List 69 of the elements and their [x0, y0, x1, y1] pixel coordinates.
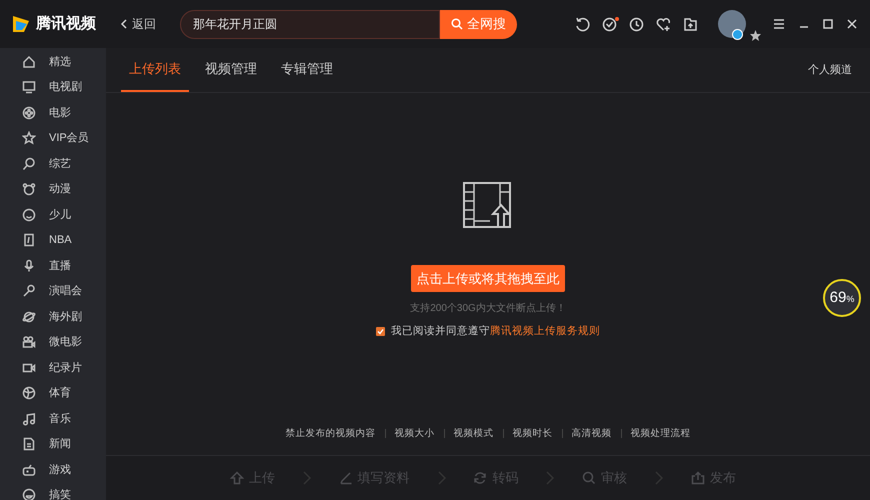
terms-link[interactable]: 腾讯视频上传服务规则 — [490, 325, 600, 337]
search-field[interactable]: 那年花开月正圆 — [180, 10, 440, 38]
bear-face-icon — [22, 182, 36, 196]
sidebar-item[interactable]: 音乐 — [0, 406, 106, 432]
monitor-icon — [22, 80, 36, 94]
planet-icon — [22, 310, 36, 324]
logo-icon — [10, 13, 32, 35]
sidebar-item[interactable]: 电影 — [0, 100, 106, 126]
channel-link[interactable]: 个人频道 — [808, 62, 852, 78]
camera-icon — [22, 335, 36, 350]
film-reel-icon — [22, 106, 36, 120]
logo-text: 腾讯视频 — [36, 14, 96, 34]
back-button[interactable]: 返回 — [120, 15, 156, 33]
sidebar-item[interactable]: 精选 — [0, 49, 106, 74]
avatar[interactable] — [718, 10, 746, 38]
sidebar-item[interactable]: 搞笑 — [0, 482, 106, 500]
refresh-icon — [473, 471, 488, 485]
upload-arrow-icon — [230, 471, 244, 485]
agree-checkbox[interactable] — [376, 327, 385, 336]
folder-upload-icon[interactable] — [683, 16, 698, 32]
agree-text: 我已阅读并同意遵守腾讯视频上传服务规则 — [391, 324, 600, 339]
search-icon — [582, 471, 596, 485]
check-circle-icon[interactable] — [602, 16, 617, 32]
heart-plus-icon[interactable] — [656, 16, 671, 32]
magnifier-icon — [22, 156, 36, 171]
sidebar-item[interactable]: 电视剧 — [0, 74, 106, 100]
sidebar-item[interactable]: 纪录片 — [0, 355, 106, 380]
upload-hint: 支持200个30G内大文件断点上传！ — [410, 302, 566, 316]
microphone-icon — [22, 258, 36, 273]
menu-icon[interactable] — [772, 17, 786, 31]
sidebar-item[interactable]: 体育 — [0, 380, 106, 406]
footer-link[interactable]: 禁止发布的视频内容 — [286, 426, 376, 441]
chevron-left-icon — [120, 19, 128, 29]
tab[interactable]: 专辑管理 — [273, 47, 341, 92]
sidebar-item[interactable]: 动漫 — [0, 176, 106, 202]
ball-icon — [22, 386, 36, 400]
qq-badge-icon — [732, 29, 743, 40]
tab[interactable]: 上传列表 — [121, 47, 189, 92]
sidebar-item[interactable]: 少儿 — [0, 202, 106, 228]
refresh-icon[interactable] — [575, 16, 590, 32]
maximize-icon[interactable] — [822, 18, 834, 30]
footer-link[interactable]: 高清视频 — [572, 426, 612, 441]
search-icon — [451, 18, 463, 30]
clock-icon[interactable] — [629, 16, 644, 32]
smiley-face-icon — [22, 208, 36, 222]
document-icon — [22, 437, 36, 452]
footer-link[interactable]: 视频时长 — [512, 426, 552, 441]
film-upload-icon — [462, 181, 514, 231]
sidebar-item[interactable]: NBA — [0, 228, 106, 253]
star-icon — [22, 131, 36, 146]
sidebar-item[interactable]: 海外剧 — [0, 304, 106, 330]
share-icon — [690, 471, 705, 485]
footer-link[interactable]: 视频模式 — [454, 426, 494, 441]
house-icon — [22, 54, 36, 69]
close-icon[interactable] — [846, 18, 858, 30]
laughing-face-icon — [22, 488, 36, 500]
sidebar-item[interactable]: 直播 — [0, 253, 106, 278]
star-icon[interactable] — [749, 29, 762, 42]
sidebar-item[interactable]: 综艺 — [0, 151, 106, 176]
sidebar-item[interactable]: 微电影 — [0, 330, 106, 355]
footer-link[interactable]: 视频大小 — [394, 426, 434, 441]
sidebar-item[interactable]: VIP会员 — [0, 126, 106, 151]
sidebar-item[interactable]: 新闻 — [0, 432, 106, 457]
sidebar-item[interactable]: 游戏 — [0, 457, 106, 482]
music-note-icon — [22, 412, 36, 426]
sidebar-item[interactable]: 演唱会 — [0, 278, 106, 304]
pencil-icon — [338, 471, 353, 485]
footer-link[interactable]: 视频处理流程 — [630, 426, 690, 441]
tab[interactable]: 视频管理 — [197, 47, 265, 92]
